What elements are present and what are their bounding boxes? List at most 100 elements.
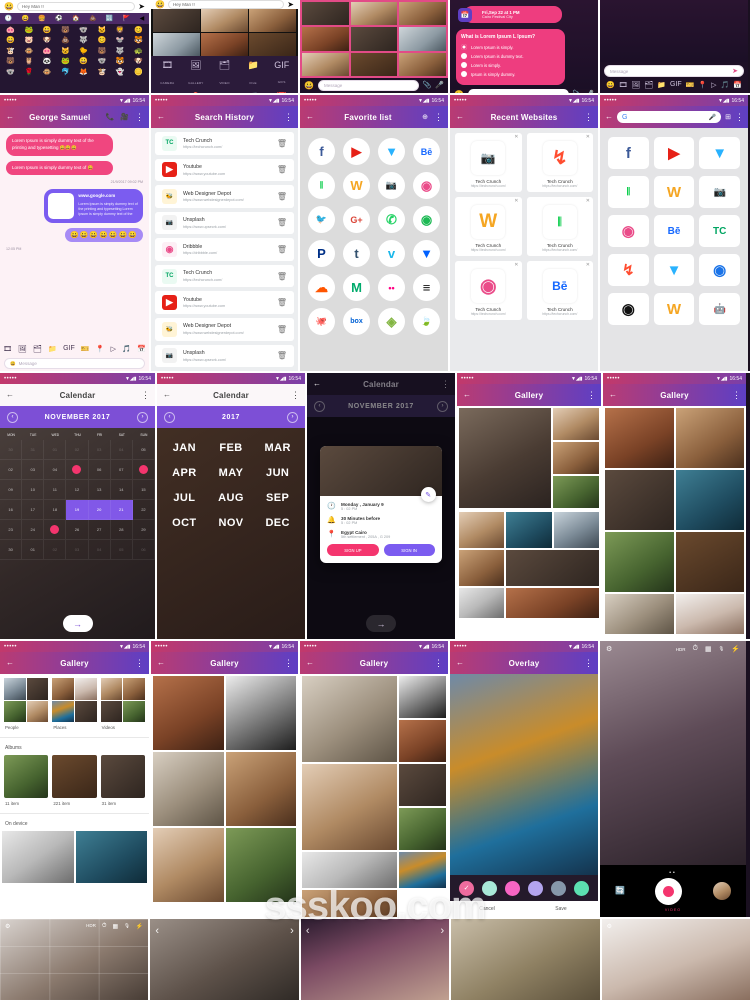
event-bubble[interactable]: 📅 Fri,Sep 22 at 1 PM Cairo Festival City xyxy=(458,6,562,23)
attachment-icon[interactable]: 🖼 xyxy=(18,345,27,353)
calendar-day[interactable]: 22 xyxy=(132,500,155,520)
gallery-photo[interactable] xyxy=(605,408,674,468)
gallery-photo[interactable] xyxy=(302,852,397,888)
gallery-photo[interactable] xyxy=(459,408,551,508)
gallery-photo[interactable] xyxy=(302,764,397,850)
calendar-day[interactable]: 20 xyxy=(88,500,111,520)
emoji-grid[interactable]: 🐽 🐸 😀 🐻 🐨 🐱 🦁 😊 😄 🐷 🐶 💩 🐺 😊 🐭 🐯 🐮 🐵 🐽 🐱 🐤 🐻 🐺 🐢 🐻 🦉 🐼 🐸 😀 🐨 🐯 🐶 🐨 🌹 🐵 🐬 🦊 🐮 👻 🪙 xyxy=(0,24,149,93)
gallery-grid[interactable] xyxy=(457,406,601,639)
close-icon[interactable]: ✕ xyxy=(514,262,518,268)
camera-mode-icons[interactable]: HDR ⏱ ▦ 🎙 ⚡ xyxy=(676,645,740,653)
attachment-icon[interactable]: 🎫 xyxy=(81,345,90,353)
attachment-icon-row[interactable]: 🎞 🖼 🗂 📁 GIF 🎫 📍 ▷ 🎵 📅 xyxy=(0,341,149,356)
gallery-photo[interactable] xyxy=(153,828,224,902)
overflow-menu-icon[interactable]: ⋮ xyxy=(135,658,144,669)
message-input[interactable]: 😀 Message xyxy=(4,358,145,369)
gallery-photo[interactable] xyxy=(459,512,505,548)
delete-icon[interactable]: 🗑 xyxy=(277,165,287,174)
album-item[interactable]: 11 item xyxy=(4,755,49,806)
media-menu-item[interactable]: 📍LOCATION xyxy=(182,92,211,93)
emoji-item[interactable]: 🐢 xyxy=(130,47,147,56)
gallery-photo[interactable] xyxy=(225,676,296,750)
list-item[interactable]: ▶ Youtube https://www.youtube.com 🗑 xyxy=(155,158,294,182)
gallery-photo[interactable] xyxy=(398,764,446,806)
media-menu-item[interactable]: 🗂 VIDEO xyxy=(210,60,239,89)
calendar-day[interactable]: 30 xyxy=(0,540,23,560)
call-icon[interactable]: 📞 xyxy=(106,114,115,121)
delete-icon[interactable]: 🗑 xyxy=(277,298,287,307)
attachment-icon[interactable]: 📁 xyxy=(48,345,57,353)
calendar-day[interactable]: 19 xyxy=(66,500,89,520)
favorite-stack-icon[interactable]: ≡ xyxy=(413,274,440,301)
editor-mode-icon[interactable]: ⏱ xyxy=(102,923,107,930)
month-aug[interactable]: AUG xyxy=(208,492,255,504)
emoji-category-symbols[interactable]: 🔣 xyxy=(106,15,113,22)
mic-icon[interactable]: 🎤 xyxy=(435,82,444,89)
emoji-item[interactable]: 🐨 xyxy=(93,57,110,66)
media-menu-item[interactable]: GIF GIFS xyxy=(267,60,296,89)
calendar-day[interactable]: 06 xyxy=(132,540,155,560)
bookmark-youtube-icon[interactable]: ▶ xyxy=(653,137,695,169)
color-swatch[interactable] xyxy=(505,880,520,896)
calendar-day[interactable]: 15 xyxy=(132,480,155,500)
event-detail-card[interactable]: ✎ 🕐 Monday , January 95 : 02 PM 🔔 30 Minute… xyxy=(320,446,442,564)
favorite-behance-icon[interactable]: Bē xyxy=(413,138,440,165)
attachment-icon[interactable]: 🗂 xyxy=(644,81,653,89)
media-menu-item[interactable]: ▷MUSIC xyxy=(210,92,239,93)
website-card[interactable]: ✕ Bē Tech Crunch https://techcrunch.com/ xyxy=(526,261,593,320)
camera-mode-icon[interactable]: HDR xyxy=(676,647,686,652)
close-icon[interactable]: ✕ xyxy=(514,134,518,140)
favorite-freelancer-icon[interactable]: ▼ xyxy=(378,138,405,165)
favorite-flickr-icon[interactable]: •• xyxy=(378,274,405,301)
attachment-icon[interactable]: 🎞 xyxy=(3,345,12,353)
emoji-icon[interactable]: 😀 xyxy=(454,90,464,93)
calendar-day[interactable]: 05 xyxy=(110,540,133,560)
album-item[interactable]: 221 item xyxy=(52,755,97,806)
calendar-day[interactable]: 27 xyxy=(88,520,111,540)
delete-icon[interactable]: 🗑 xyxy=(277,192,287,201)
attachment-icon[interactable]: GIF xyxy=(63,345,75,352)
emoji-item[interactable]: 🐱 xyxy=(57,47,74,56)
bookmark-deviantart-icon[interactable]: 𝄃 xyxy=(608,176,649,208)
add-icon[interactable]: ⊕ xyxy=(422,114,428,121)
gallery-photo[interactable] xyxy=(302,676,397,762)
category-videos[interactable]: Videos xyxy=(100,678,145,730)
editor-photo[interactable] xyxy=(300,919,450,1000)
emoji-item[interactable]: 🦁 xyxy=(112,26,129,35)
overflow-menu-icon[interactable]: ⋮ xyxy=(141,390,150,401)
camera-mode-icon[interactable]: ▦ xyxy=(705,645,712,653)
favorite-paypal-icon[interactable]: P xyxy=(308,240,335,267)
bookmark-freelancer-icon[interactable]: ▼ xyxy=(699,137,740,169)
emoji-backspace-icon[interactable]: ◀ xyxy=(140,15,145,22)
gallery-grid[interactable] xyxy=(300,674,448,917)
gallery-photo[interactable] xyxy=(398,852,446,888)
gallery-photo[interactable] xyxy=(675,408,744,468)
emoji-icon[interactable]: 😀 xyxy=(10,361,16,367)
list-item[interactable]: 🐝 Web Designer Depot https://www.webdesign… xyxy=(155,185,294,208)
color-swatch[interactable] xyxy=(482,880,497,896)
favorite-vimeo-icon[interactable]: v xyxy=(378,240,405,267)
emoji-item[interactable]: 🐮 xyxy=(93,68,110,77)
website-card[interactable]: ✕ 📷 Tech Crunch https://techcrunch.com/ xyxy=(455,133,522,192)
calendar-day[interactable]: 04 xyxy=(88,540,111,560)
favorite-medium-icon[interactable]: M xyxy=(343,274,370,301)
month-grid[interactable]: JAN FEB MAR APR MAY JUN JUL AUG SEP OCT NOV DEC xyxy=(157,428,305,543)
list-item[interactable]: 📷 Unsplash https://www.upsecrk.com/ 🗑 xyxy=(155,344,294,368)
emoji-category-flags[interactable]: 🚩 xyxy=(123,15,130,22)
poll-option[interactable]: Lorem Ipsum is dummy text. xyxy=(461,53,560,59)
favorite-twitter-icon[interactable]: 🐦 xyxy=(308,206,335,233)
attachment-icon[interactable]: 🗂 xyxy=(33,345,42,353)
attachment-icon[interactable]: ▷ xyxy=(111,345,116,353)
chat-bubble[interactable]: Lorem Ipsum is simply dummy text of the … xyxy=(6,134,113,156)
bookmark-invision-icon[interactable]: ◉ xyxy=(699,254,740,286)
emoji-item[interactable]: 🌹 xyxy=(20,68,37,77)
attach-icon[interactable]: 📎 xyxy=(573,91,582,93)
emoji-item[interactable]: 🐽 xyxy=(2,26,19,35)
media-thumb[interactable] xyxy=(201,33,248,56)
favorite-youtube-icon[interactable]: ▶ xyxy=(343,138,370,165)
delete-icon[interactable]: 🗑 xyxy=(277,245,287,254)
poll-option-radio[interactable] xyxy=(461,71,467,77)
gallery-photo[interactable] xyxy=(675,532,744,592)
favorite-envato-icon[interactable]: ◈ xyxy=(378,308,405,335)
back-icon[interactable]: ← xyxy=(306,113,314,121)
